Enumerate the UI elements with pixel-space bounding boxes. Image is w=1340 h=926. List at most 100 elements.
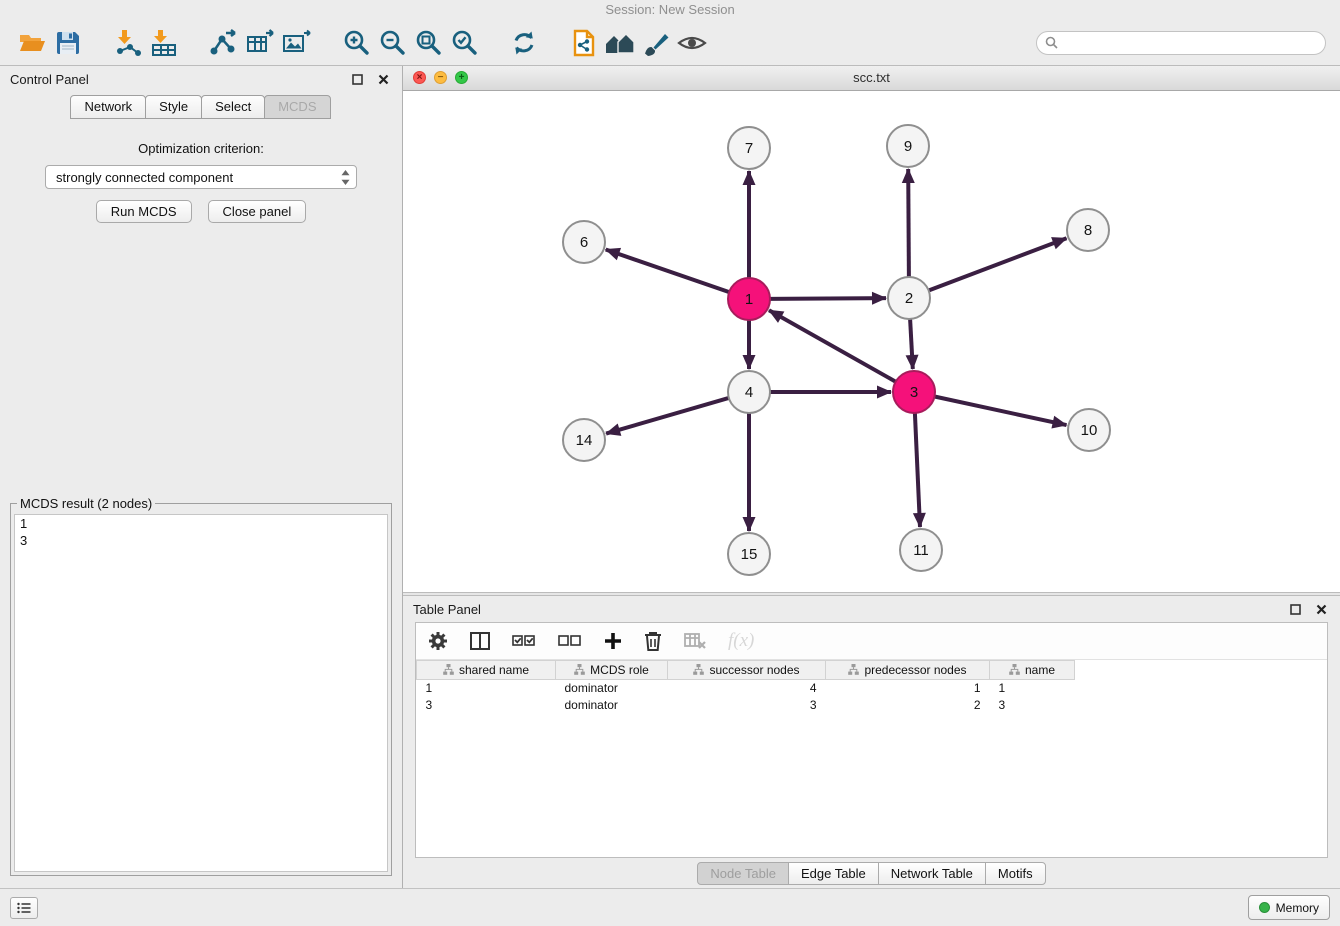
export-table-button[interactable] — [242, 26, 278, 60]
graph-edge-1-2[interactable] — [770, 298, 886, 299]
toggle-visibility-button[interactable] — [674, 26, 710, 60]
column-header-successor-nodes[interactable]: successor nodes — [668, 661, 826, 680]
graph-node-1[interactable]: 1 — [728, 278, 770, 320]
run-mcds-button[interactable]: Run MCDS — [96, 200, 192, 223]
refresh-layout-button[interactable] — [506, 26, 542, 60]
mcds-result-title: MCDS result (2 nodes) — [17, 496, 155, 511]
float-window-icon — [1290, 604, 1301, 615]
graph-node-8[interactable]: 8 — [1067, 209, 1109, 251]
graph-edge-2-9[interactable] — [908, 169, 909, 277]
table-row[interactable]: 3dominator323 — [417, 697, 1075, 714]
graph-node-11[interactable]: 11 — [900, 529, 942, 571]
table-tab-network-table[interactable]: Network Table — [878, 862, 986, 885]
table-row[interactable]: 1dominator411 — [417, 680, 1075, 697]
close-panel-button[interactable] — [374, 70, 392, 88]
svg-text:3: 3 — [910, 384, 918, 401]
column-header-predecessor-nodes[interactable]: predecessor nodes — [826, 661, 990, 680]
control-tab-select[interactable]: Select — [201, 95, 265, 119]
close-panel-action-button[interactable]: Close panel — [208, 200, 307, 223]
mcds-result-line: 3 — [15, 532, 387, 549]
table-tab-edge-table[interactable]: Edge Table — [788, 862, 879, 885]
style-brush-button[interactable] — [638, 26, 674, 60]
graph-edge-2-8[interactable] — [929, 238, 1067, 290]
table-header-row: shared nameMCDS rolesuccessor nodesprede… — [417, 661, 1075, 680]
mcds-result-list: 13 — [14, 514, 388, 872]
control-tab-mcds[interactable]: MCDS — [264, 95, 330, 119]
memory-button[interactable]: Memory — [1248, 895, 1330, 920]
delete-row-button[interactable] — [644, 631, 662, 651]
mcds-panel: Optimization criterion: strongly connect… — [0, 119, 402, 888]
window-zoom-button[interactable]: + — [455, 71, 468, 84]
network-window: × − + scc.txt 7 9 6 8 1 2 4 3 14 10 15 11 — [403, 66, 1340, 592]
optimization-select[interactable]: strongly connected component — [45, 165, 357, 189]
search-input[interactable] — [1063, 35, 1317, 50]
save-session-button[interactable] — [50, 26, 86, 60]
optimization-label: Optimization criterion: — [0, 141, 402, 156]
column-tree-icon — [848, 664, 859, 675]
table-float-button[interactable] — [1286, 600, 1304, 618]
export-document-button[interactable] — [566, 26, 602, 60]
select-all-button[interactable] — [512, 632, 536, 650]
window-close-button[interactable]: × — [413, 71, 426, 84]
graph-node-9[interactable]: 9 — [887, 125, 929, 167]
app-window: Session: New Session — [0, 0, 1340, 926]
zoom-fit-button[interactable] — [410, 26, 446, 60]
column-header-MCDS-role[interactable]: MCDS role — [556, 661, 668, 680]
add-row-button[interactable] — [604, 632, 622, 650]
window-minimize-button[interactable]: − — [434, 71, 447, 84]
column-header-name[interactable]: name — [990, 661, 1075, 680]
column-settings-button[interactable] — [428, 631, 448, 651]
task-history-button[interactable] — [10, 897, 38, 919]
zoom-out-icon — [378, 29, 406, 57]
mcds-result-line: 1 — [15, 515, 387, 532]
graph-node-4[interactable]: 4 — [728, 371, 770, 413]
export-network-button[interactable] — [206, 26, 242, 60]
graph-edge-3-1[interactable] — [769, 310, 896, 381]
table-tab-node-table[interactable]: Node Table — [697, 862, 789, 885]
table-panel-header: Table Panel — [403, 596, 1340, 622]
import-table-button[interactable] — [146, 26, 182, 60]
graph-edge-4-14[interactable] — [606, 398, 729, 434]
delete-table-button[interactable] — [684, 632, 706, 650]
toggle-panel-button[interactable] — [470, 632, 490, 650]
network-title: scc.txt — [403, 66, 1340, 90]
float-panel-button[interactable] — [348, 70, 366, 88]
graph-node-14[interactable]: 14 — [563, 419, 605, 461]
open-session-button[interactable] — [14, 26, 50, 60]
column-header-shared-name[interactable]: shared name — [417, 661, 556, 680]
zoom-selected-button[interactable] — [446, 26, 482, 60]
close-glyph: × — [417, 72, 423, 83]
table-close-button[interactable] — [1312, 600, 1330, 618]
graph-node-2[interactable]: 2 — [888, 277, 930, 319]
table-tab-motifs[interactable]: Motifs — [985, 862, 1046, 885]
memory-status-icon — [1259, 902, 1270, 913]
graph-node-7[interactable]: 7 — [728, 127, 770, 169]
close-icon — [1316, 604, 1327, 615]
apply-function-button[interactable]: f(x) — [728, 630, 754, 652]
plus-icon — [604, 632, 622, 650]
control-tab-style[interactable]: Style — [145, 95, 202, 119]
svg-text:2: 2 — [905, 290, 913, 307]
graph-edge-3-11[interactable] — [915, 413, 920, 527]
home-button[interactable] — [602, 26, 638, 60]
graph-edge-1-6[interactable] — [606, 250, 730, 293]
export-image-button[interactable] — [278, 26, 314, 60]
deselect-all-button[interactable] — [558, 632, 582, 650]
graph-node-3[interactable]: 3 — [893, 371, 935, 413]
zoom-out-button[interactable] — [374, 26, 410, 60]
zoom-in-button[interactable] — [338, 26, 374, 60]
control-tab-network[interactable]: Network — [70, 95, 146, 119]
refresh-icon — [510, 29, 538, 57]
home-icon — [604, 30, 636, 56]
graph-node-10[interactable]: 10 — [1068, 409, 1110, 451]
graph-node-6[interactable]: 6 — [563, 221, 605, 263]
network-canvas[interactable]: 7 9 6 8 1 2 4 3 14 10 15 11 — [403, 91, 1340, 592]
graph-edge-3-10[interactable] — [935, 397, 1067, 426]
graph-edge-2-3[interactable] — [910, 319, 913, 369]
export-image-icon — [281, 29, 311, 57]
import-network-button[interactable] — [110, 26, 146, 60]
trash-icon — [644, 631, 662, 651]
graph-node-15[interactable]: 15 — [728, 533, 770, 575]
toolbar-search[interactable] — [1036, 31, 1326, 55]
node-table: shared nameMCDS rolesuccessor nodesprede… — [416, 660, 1075, 714]
